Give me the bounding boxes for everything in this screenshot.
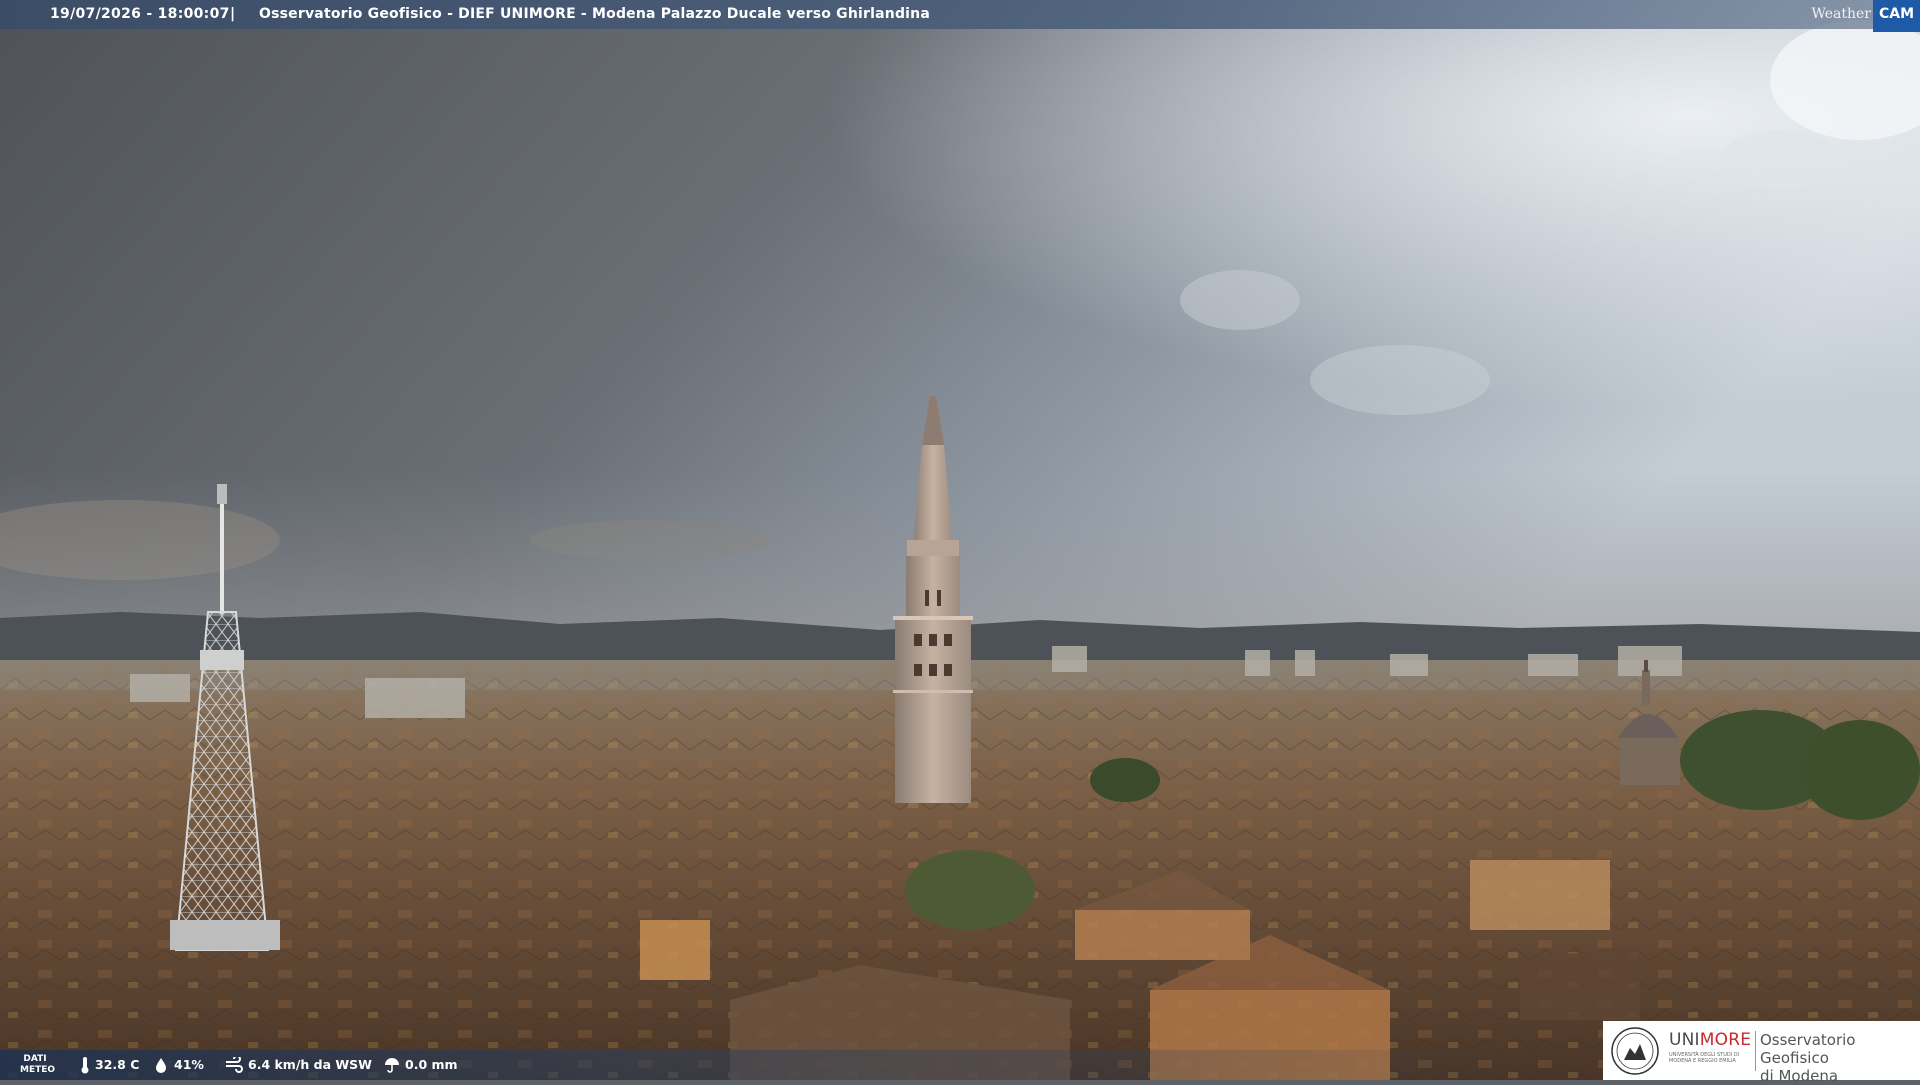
thermometer-icon bbox=[81, 1057, 89, 1074]
wind-icon bbox=[226, 1057, 243, 1073]
header-separator: | bbox=[230, 6, 236, 22]
weathercam-logo: Weather CAM bbox=[1811, 0, 1920, 32]
humidity-drop-icon bbox=[156, 1058, 166, 1073]
unimore-observatory-logo: UNIMORE UNIVERSITÀ DEGLI STUDI DI MODENA… bbox=[1603, 1021, 1920, 1085]
tree bbox=[905, 850, 1035, 930]
weathercam-logo-text: Weather bbox=[1811, 6, 1871, 22]
temperature-reading: 32.8 C bbox=[80, 1050, 139, 1080]
wind-reading: 6.4 km/h da WSW bbox=[225, 1050, 372, 1080]
observatory-name: Osservatorio Geofisico di Modena bbox=[1760, 1031, 1856, 1085]
rain-umbrella-icon bbox=[385, 1058, 399, 1073]
unimore-subtitle: UNIVERSITÀ DEGLI STUDI DI MODENA E REGGI… bbox=[1669, 1052, 1740, 1064]
humidity-reading: 41% bbox=[153, 1050, 204, 1080]
webcam-photo bbox=[0, 0, 1920, 1080]
logo-divider bbox=[1755, 1031, 1756, 1071]
unimore-seal-icon bbox=[1611, 1027, 1659, 1075]
temperature-value: 32.8 C bbox=[95, 1057, 140, 1072]
rain-value: 0.0 mm bbox=[405, 1057, 458, 1072]
timestamp: 19/07/2026 - 18:00:07 bbox=[50, 6, 230, 22]
rain-reading: 0.0 mm bbox=[384, 1050, 458, 1080]
weather-data-bar: DATI METEO 32.8 C 41% 6.4 km/h da WSW 0.… bbox=[0, 1050, 1600, 1080]
wind-value: 6.4 km/h da WSW bbox=[248, 1057, 372, 1072]
camera-title: Osservatorio Geofisico - DIEF UNIMORE - … bbox=[259, 6, 930, 22]
weather-data-label: DATI METEO bbox=[20, 1054, 56, 1075]
humidity-value: 41% bbox=[174, 1057, 204, 1072]
unimore-wordmark: UNIMORE bbox=[1669, 1030, 1752, 1050]
header-bar: 19/07/2026 - 18:00:07 | Osservatorio Geo… bbox=[0, 0, 1920, 32]
cloud bbox=[1180, 270, 1300, 330]
weathercam-logo-badge: CAM bbox=[1872, 0, 1920, 32]
